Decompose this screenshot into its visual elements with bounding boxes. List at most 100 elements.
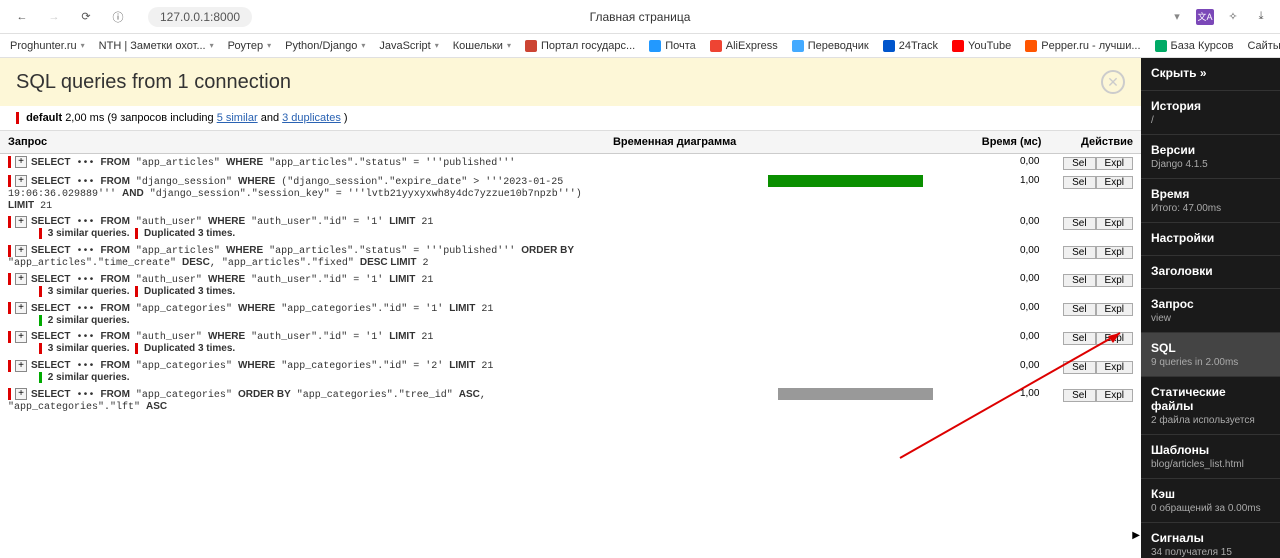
sel-button[interactable]: Sel: [1063, 303, 1095, 316]
sidebar-panel-история[interactable]: История/: [1141, 91, 1280, 135]
panel-subtitle: 2 файла используется: [1151, 415, 1270, 426]
sel-button[interactable]: Sel: [1063, 389, 1095, 402]
sidebar-panel-запрос[interactable]: Запросview: [1141, 289, 1280, 333]
translate-icon[interactable]: 文A: [1196, 9, 1214, 25]
expand-button[interactable]: +: [15, 245, 27, 257]
bookmark-item[interactable]: Proghunter.ru▾: [10, 40, 85, 52]
bookmark-item[interactable]: 24Track: [883, 40, 938, 52]
query-sql: SELECT ••• FROM "app_articles" WHERE "ap…: [31, 158, 515, 169]
bookmark-icon[interactable]: ▾: [1168, 8, 1186, 26]
sidebar-panel-кэш[interactable]: Кэш0 обращений за 0.00ms: [1141, 479, 1280, 523]
expl-button[interactable]: Expl: [1096, 332, 1133, 345]
duplicates-link[interactable]: 3 duplicates: [282, 112, 341, 124]
query-row: + SELECT ••• FROM "app_articles" WHERE "a…: [0, 154, 1141, 174]
sidebar-panel-сигналы[interactable]: Сигналы34 получателя 15 сигнала(ов): [1141, 523, 1280, 558]
time-value: 0,00: [951, 358, 1050, 387]
col-time: Время (мс): [951, 131, 1050, 154]
expand-button[interactable]: +: [15, 273, 27, 285]
time-value: 1,00: [951, 386, 1050, 415]
bookmark-item[interactable]: JavaScript▾: [379, 40, 438, 52]
query-sql: SELECT ••• FROM "app_categories" WHERE "…: [31, 361, 493, 372]
bookmark-item[interactable]: Роутер▾: [228, 40, 272, 52]
sel-button[interactable]: Sel: [1063, 246, 1095, 259]
info-icon[interactable]: ⓘ: [106, 5, 130, 29]
expl-button[interactable]: Expl: [1096, 303, 1133, 316]
expand-button[interactable]: +: [15, 302, 27, 314]
bookmark-item[interactable]: Переводчик: [792, 40, 869, 52]
similar-link[interactable]: 5 similar: [217, 112, 258, 124]
expand-button[interactable]: +: [15, 156, 27, 168]
expl-button[interactable]: Expl: [1096, 217, 1133, 230]
query-sql: SELECT ••• FROM "auth_user" WHERE "auth_…: [31, 275, 433, 286]
expl-button[interactable]: Expl: [1096, 157, 1133, 170]
debug-toolbar-sidebar: Скрыть »История/ВерсииDjango 4.1.5ВремяИ…: [1141, 58, 1280, 558]
sidebar-panel-шаблоны[interactable]: Шаблоныblog/articles_list.html: [1141, 435, 1280, 479]
query-row: +SELECT ••• FROM "django_session" WHERE …: [0, 173, 1141, 214]
panel-title: Настройки: [1151, 231, 1270, 245]
bookmark-item[interactable]: NTH | Заметки охот...▾: [99, 40, 214, 52]
query-sql: SELECT ••• FROM "auth_user" WHERE "auth_…: [31, 332, 433, 343]
bookmarks-bar: Proghunter.ru▾ NTH | Заметки охот...▾ Роут…: [0, 34, 1280, 58]
query-row: ➔+SELECT ••• FROM "auth_user" WHERE "aut…: [0, 329, 1141, 358]
active-panel-marker: ▶: [1132, 530, 1140, 541]
bookmark-item[interactable]: YouTube: [952, 40, 1011, 52]
bookmark-item[interactable]: База Курсов: [1155, 40, 1234, 52]
reload-button[interactable]: ⟳: [74, 5, 98, 29]
panel-title: Заголовки: [1151, 264, 1270, 278]
panel-subtitle: Django 4.1.5: [1151, 159, 1270, 170]
forward-button: →: [42, 5, 66, 29]
expl-button[interactable]: Expl: [1096, 246, 1133, 259]
close-button[interactable]: ✕: [1101, 70, 1125, 94]
sel-button[interactable]: Sel: [1063, 217, 1095, 230]
sidebar-panel-скрыть-[interactable]: Скрыть »: [1141, 58, 1280, 91]
sel-button[interactable]: Sel: [1063, 332, 1095, 345]
timeline-bar: [778, 388, 933, 400]
sidebar-panel-время[interactable]: ВремяИтого: 47.00ms: [1141, 179, 1280, 223]
bookmark-item[interactable]: Портал государс...: [525, 40, 635, 52]
panel-title: SQL queries from 1 connection: [16, 71, 291, 94]
sel-button[interactable]: Sel: [1063, 157, 1095, 170]
sidebar-panel-заголовки[interactable]: Заголовки: [1141, 256, 1280, 289]
query-sql: SELECT ••• FROM "app_articles" WHERE "ap…: [8, 246, 574, 269]
sidebar-panel-sql[interactable]: SQL9 queries in 2.00ms: [1141, 333, 1280, 377]
sel-button[interactable]: Sel: [1063, 274, 1095, 287]
download-icon[interactable]: ⤓: [1252, 8, 1270, 26]
sidebar-panel-статические-файлы[interactable]: Статические файлы2 файла используется: [1141, 377, 1280, 435]
bookmark-item[interactable]: Сайты▾: [1247, 40, 1280, 52]
back-button[interactable]: ←: [10, 5, 34, 29]
sidebar-panel-настройки[interactable]: Настройки: [1141, 223, 1280, 256]
panel-title: Время: [1151, 187, 1270, 201]
query-row: ➔+SELECT ••• FROM "app_categories" WHERE…: [0, 300, 1141, 329]
expl-button[interactable]: Expl: [1096, 389, 1133, 402]
expl-button[interactable]: Expl: [1096, 274, 1133, 287]
expand-button[interactable]: +: [15, 216, 27, 228]
sel-button[interactable]: Sel: [1063, 361, 1095, 374]
time-value: 0,00: [951, 243, 1050, 272]
bookmark-item[interactable]: Почта: [649, 40, 696, 52]
query-note: 2 similar queries.: [36, 315, 597, 327]
panel-subtitle: view: [1151, 313, 1270, 324]
query-note: 3 similar queries. Duplicated 3 times.: [36, 286, 597, 298]
time-value: 0,00: [951, 214, 1050, 243]
sel-button[interactable]: Sel: [1063, 176, 1095, 189]
query-sql: SELECT ••• FROM "app_categories" WHERE "…: [31, 304, 493, 315]
extension-icon[interactable]: ✧: [1224, 8, 1242, 26]
expand-button[interactable]: +: [15, 360, 27, 372]
bookmark-item[interactable]: Python/Django▾: [285, 40, 365, 52]
expand-button[interactable]: +: [15, 388, 27, 400]
bookmark-item[interactable]: Pepper.ru - лучши...: [1025, 40, 1140, 52]
query-row: +SELECT ••• FROM "app_categories" ORDER …: [0, 386, 1141, 415]
expl-button[interactable]: Expl: [1096, 176, 1133, 189]
bookmark-item[interactable]: AliExpress: [710, 40, 778, 52]
sidebar-panel-версии[interactable]: ВерсииDjango 4.1.5: [1141, 135, 1280, 179]
panel-title: SQL: [1151, 341, 1270, 355]
url-bar[interactable]: 127.0.0.1:8000: [148, 7, 252, 27]
expand-button[interactable]: +: [15, 175, 27, 187]
time-value: 0,00: [951, 271, 1050, 300]
expand-button[interactable]: +: [15, 331, 27, 343]
panel-subtitle: 34 получателя 15 сигнала(ов): [1151, 547, 1270, 558]
bookmark-item[interactable]: Кошельки▾: [453, 40, 511, 52]
query-note: 3 similar queries. Duplicated 3 times.: [36, 228, 597, 240]
panel-title: Шаблоны: [1151, 443, 1270, 457]
expl-button[interactable]: Expl: [1096, 361, 1133, 374]
